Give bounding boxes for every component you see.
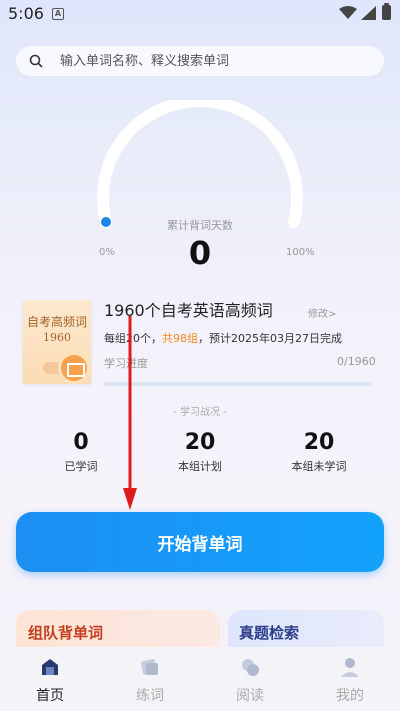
edit-wordbook-link[interactable]: 修改>: [308, 305, 336, 320]
home-icon: [42, 659, 58, 675]
status-bar: 5:06 A: [0, 0, 400, 28]
gauge-value: 0: [188, 234, 212, 272]
tab-label: 首页: [36, 688, 64, 704]
battery-icon: [382, 3, 391, 20]
exam-search-label: 真题检索: [239, 624, 300, 642]
reading-icon: [242, 659, 259, 676]
wordbook-cover[interactable]: 自考高频词 1960: [23, 300, 91, 384]
open-book-icon: [58, 352, 90, 384]
tab-label: 阅读: [236, 688, 264, 704]
profile-icon: [341, 658, 359, 677]
cover-year: 1960: [43, 331, 71, 344]
tab-label: 我的: [336, 688, 364, 704]
start-memorizing-button[interactable]: 开始背单词: [16, 512, 384, 572]
annotation-arrow-icon: [123, 316, 137, 510]
gauge-max-label: 100%: [286, 247, 315, 258]
stats-title: - 学习战况 -: [173, 407, 227, 418]
gauge-min-label: 0%: [99, 247, 115, 258]
progress-bar: [104, 382, 372, 386]
tab-reading[interactable]: 阅读: [200, 647, 300, 711]
stat-group-unlearned: 20 本组未学词: [269, 430, 369, 474]
team-memorize-label: 组队背单词: [28, 624, 104, 642]
tab-home[interactable]: 首页: [0, 647, 100, 711]
plan-group-count: 共98组: [162, 332, 198, 345]
stat-value: 0: [73, 430, 89, 455]
tab-profile[interactable]: 我的: [300, 647, 400, 711]
stat-value: 20: [184, 430, 216, 455]
search-input[interactable]: [60, 46, 370, 76]
search-icon: [29, 54, 43, 68]
wifi-icon: [339, 6, 357, 19]
tab-label: 练词: [136, 688, 164, 704]
stat-group-plan: 20 本组计划: [150, 430, 250, 474]
gauge-label: 累计背词天数: [167, 219, 233, 232]
stat-value: 20: [303, 430, 335, 455]
status-time: 5:06: [8, 4, 44, 23]
practice-icon: [141, 659, 158, 675]
tab-practice[interactable]: 练词: [100, 647, 200, 711]
stat-label: 已学词: [64, 460, 98, 473]
stat-label: 本组计划: [178, 460, 222, 473]
bottom-tab-bar: 首页 练词 阅读 我的: [0, 647, 400, 711]
signal-icon: [361, 6, 376, 20]
stat-learned: 0 已学词: [31, 430, 131, 474]
plan-finish-date: ，预计2025年03月27日完成: [198, 332, 342, 345]
stat-label: 本组未学词: [291, 460, 347, 473]
notification-icon: A: [52, 8, 64, 20]
cover-title: 自考高频词: [26, 315, 87, 329]
progress-count: 0/1960: [337, 355, 376, 368]
search-bar[interactable]: [16, 46, 384, 76]
